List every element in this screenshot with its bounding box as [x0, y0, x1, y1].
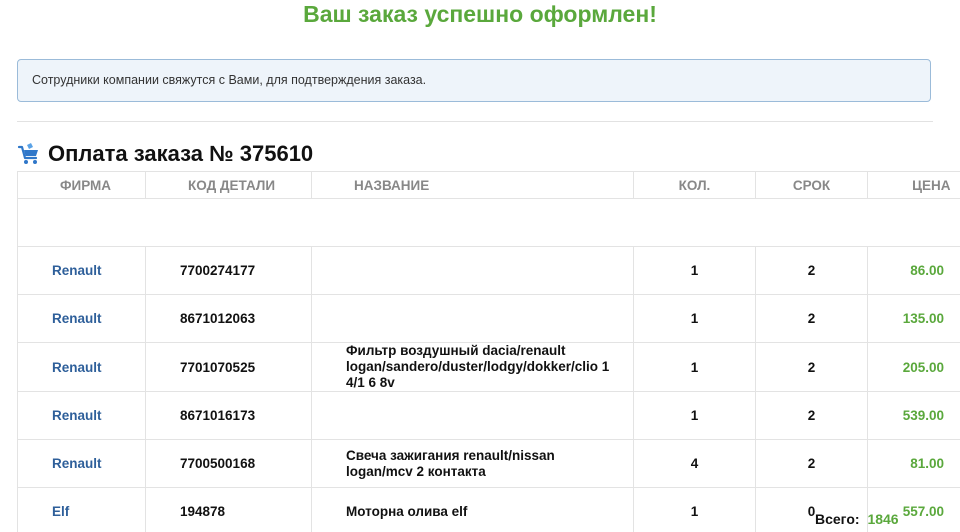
cell-name: Свеча зажигания renault/nissan logan/mcv…	[311, 439, 634, 488]
cell-term: 2	[755, 246, 868, 295]
cell-term: 2	[755, 342, 868, 392]
cell-qty: 1	[633, 342, 756, 392]
cell-code: 7700500168	[145, 439, 312, 488]
table-row: Renault 7701070525 Фильтр воздушный daci…	[17, 342, 960, 392]
order-total: Всего: 1846	[815, 511, 899, 527]
cell-firm: Renault	[17, 294, 146, 343]
cell-qty: 1	[633, 487, 756, 532]
column-header-firm: ФИРМА	[17, 171, 146, 199]
cell-qty: 1	[633, 294, 756, 343]
total-value: 1846	[867, 511, 899, 527]
cell-price: 81.00	[867, 439, 960, 488]
cell-price: 539.00	[867, 391, 960, 440]
cell-term: 2	[755, 391, 868, 440]
cell-term: 2	[755, 294, 868, 343]
cell-price: 86.00	[867, 246, 960, 295]
cell-firm: Renault	[17, 439, 146, 488]
cell-code: 7701070525	[145, 342, 312, 392]
table-spacer	[17, 198, 960, 247]
cell-firm: Renault	[17, 246, 146, 295]
cell-name: Фильтр воздушный dacia/renault logan/san…	[311, 342, 634, 392]
cell-name: Моторна олива elf	[311, 487, 634, 532]
cell-name	[311, 246, 634, 295]
cell-price: 205.00	[867, 342, 960, 392]
cell-name	[311, 391, 634, 440]
cell-qty: 1	[633, 246, 756, 295]
confirmation-notice: Сотрудники компании свяжутся с Вами, для…	[17, 59, 931, 102]
table-row: Renault 7700274177 1 2 86.00	[17, 246, 960, 295]
table-row: Renault 7700500168 Свеча зажигания renau…	[17, 439, 960, 488]
cart-icon	[17, 143, 38, 164]
table-row: Renault 8671012063 1 2 135.00	[17, 294, 960, 343]
table-row: Renault 8671016173 1 2 539.00	[17, 391, 960, 440]
cell-firm: Renault	[17, 391, 146, 440]
cell-name	[311, 294, 634, 343]
column-header-qty: КОЛ.	[633, 171, 756, 199]
order-heading: Оплата заказа № 375610	[17, 140, 313, 168]
order-table: ФИРМА КОД ДЕТАЛИ НАЗВАНИЕ КОЛ. СРОК ЦЕНА…	[17, 171, 960, 532]
cell-firm: Elf	[17, 487, 146, 532]
total-label: Всего:	[815, 511, 860, 527]
cell-code: 8671012063	[145, 294, 312, 343]
cell-firm: Renault	[17, 342, 146, 392]
column-header-code: КОД ДЕТАЛИ	[145, 171, 312, 199]
success-title: Ваш заказ успешно оформлен!	[303, 1, 657, 27]
cell-code: 194878	[145, 487, 312, 532]
divider	[17, 121, 933, 122]
column-header-price: ЦЕНА	[867, 171, 960, 199]
cell-code: 7700274177	[145, 246, 312, 295]
column-header-term: СРОК	[755, 171, 868, 199]
cell-code: 8671016173	[145, 391, 312, 440]
order-title: Оплата заказа № 375610	[48, 141, 314, 166]
cell-price: 135.00	[867, 294, 960, 343]
cell-qty: 4	[633, 439, 756, 488]
table-header-row: ФИРМА КОД ДЕТАЛИ НАЗВАНИЕ КОЛ. СРОК ЦЕНА	[17, 171, 960, 199]
order-confirmation-page: Ваш заказ успешно оформлен! Сотрудники к…	[0, 0, 960, 532]
cell-qty: 1	[633, 391, 756, 440]
column-header-name: НАЗВАНИЕ	[311, 171, 634, 199]
cell-term: 2	[755, 439, 868, 488]
